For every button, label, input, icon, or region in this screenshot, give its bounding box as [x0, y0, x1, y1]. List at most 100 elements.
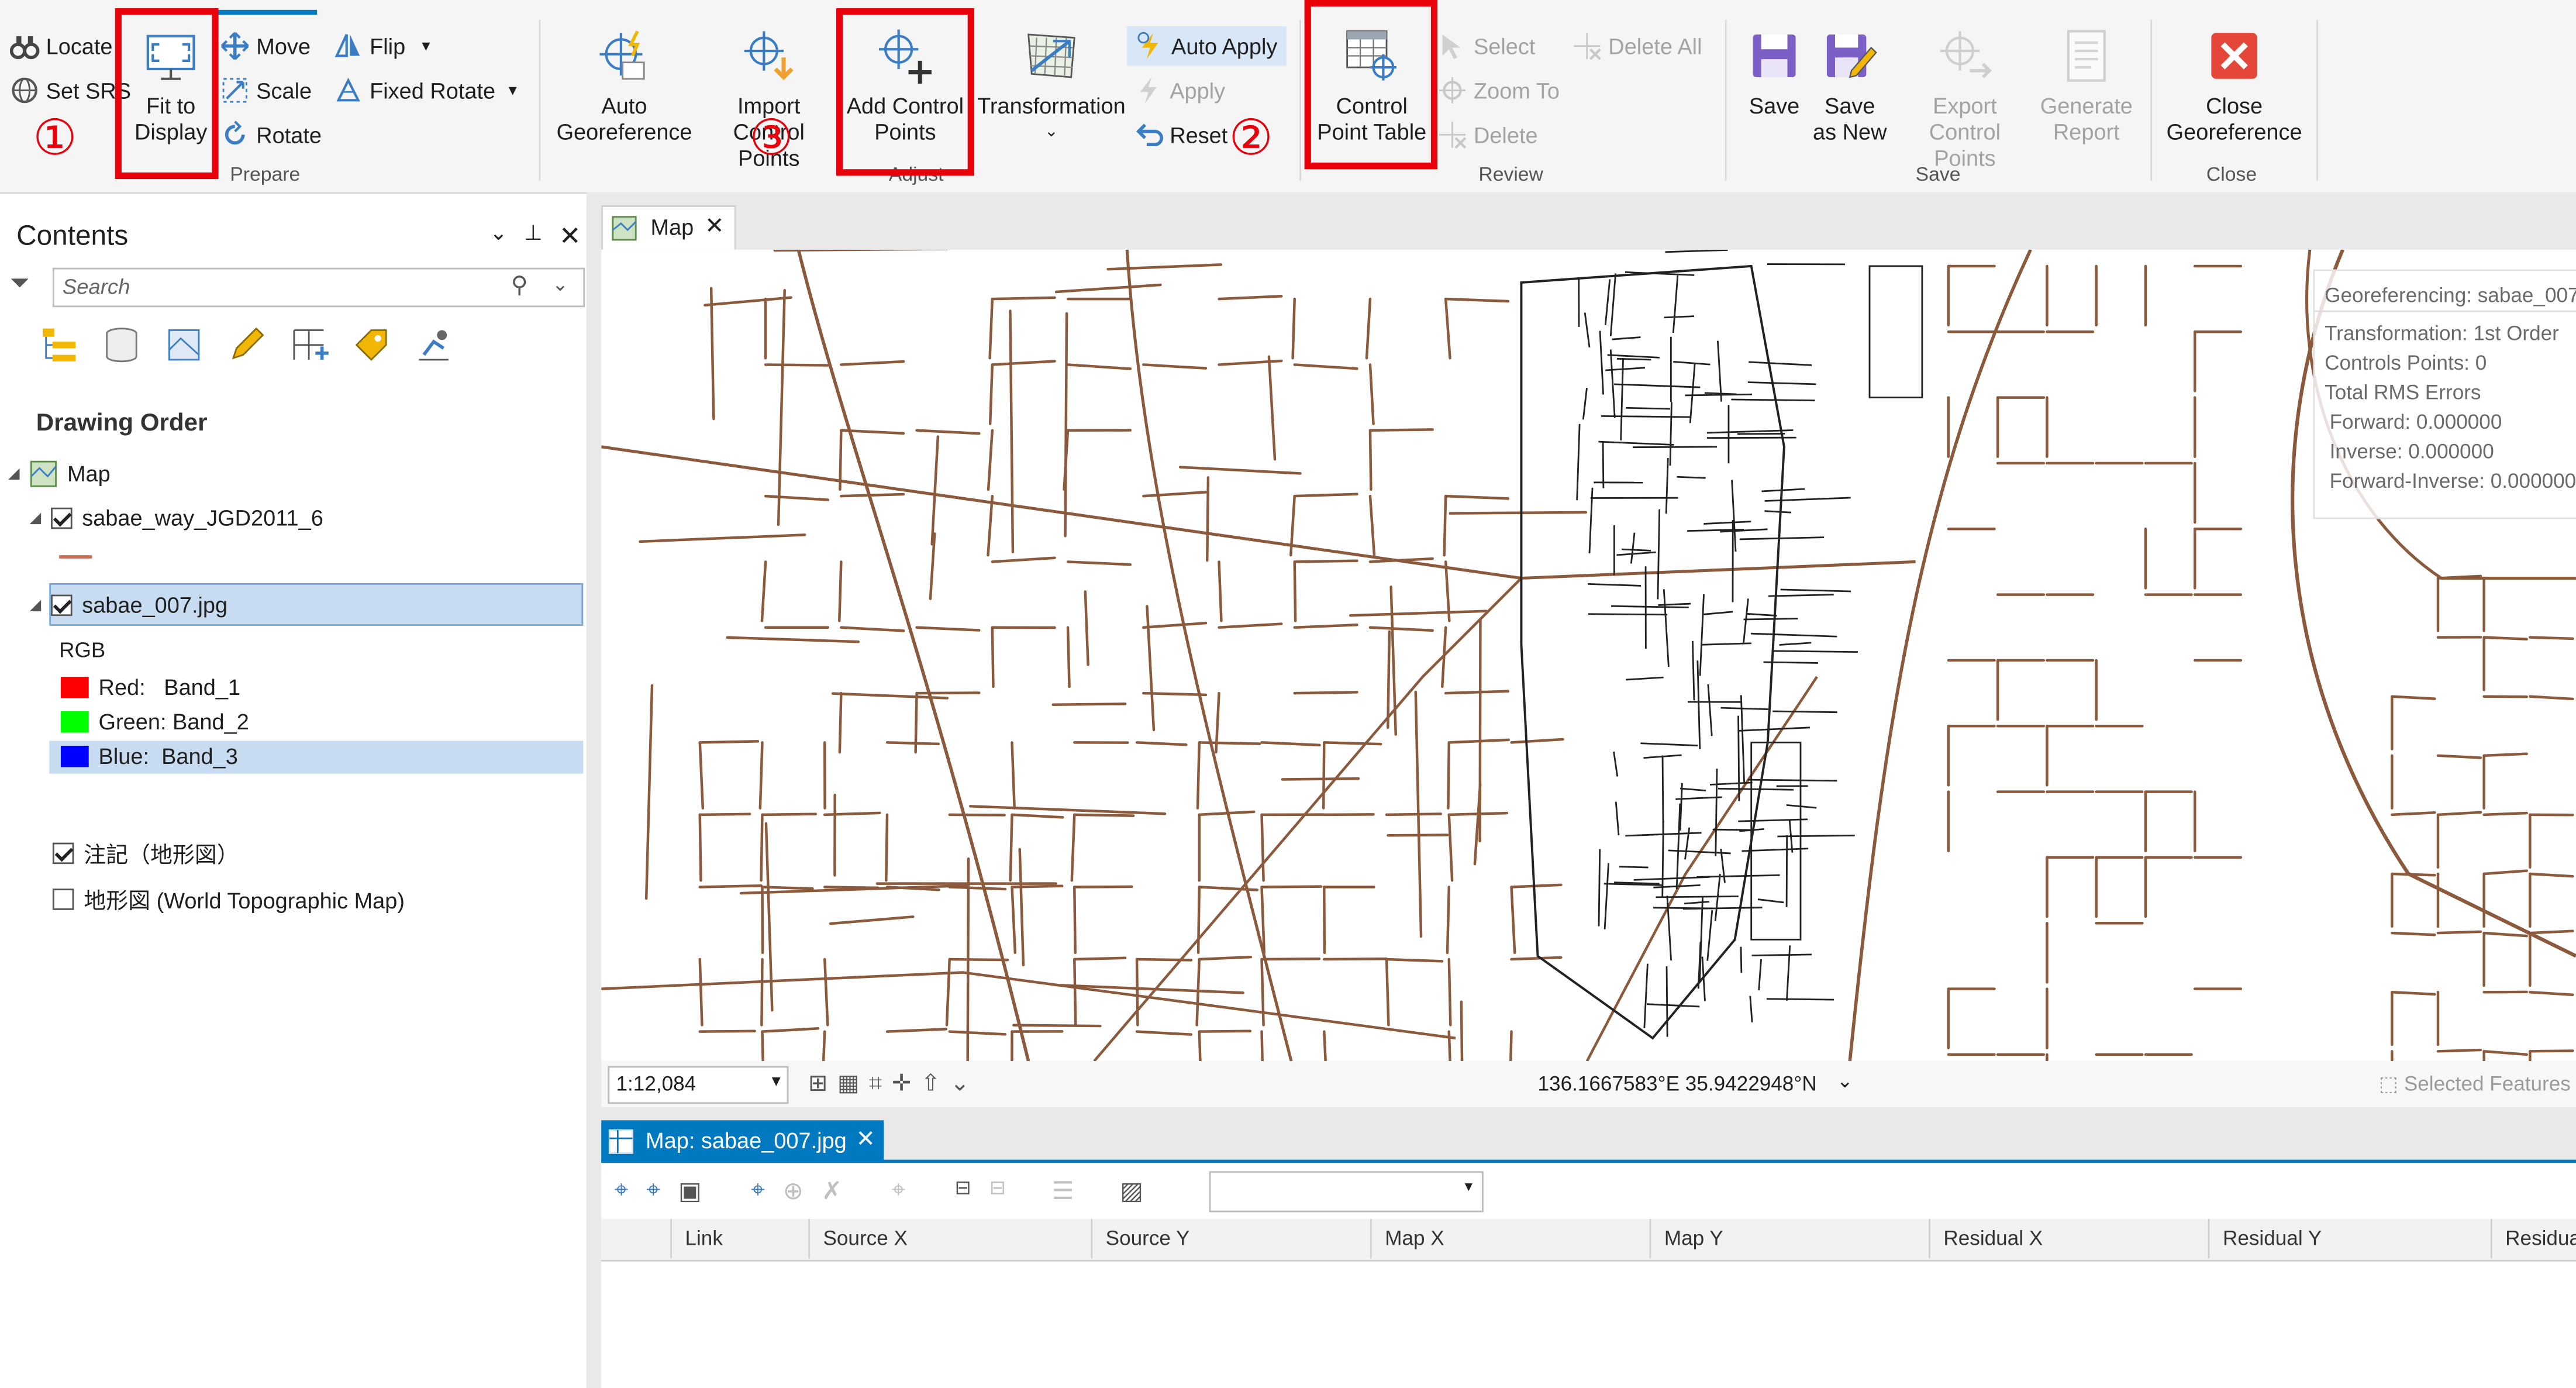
flip-button[interactable]: Flip ▾ — [333, 31, 430, 61]
annotation-number-1: ① — [33, 110, 77, 168]
zoom-to-icon[interactable]: ⊕ — [783, 1176, 804, 1206]
chevron-down-icon[interactable]: ⌄ — [489, 220, 508, 253]
save-as-new-button[interactable]: Save as New — [1811, 28, 1889, 146]
transformation-button[interactable]: Transformation ⌄ — [976, 28, 1127, 146]
map-icon — [30, 460, 57, 487]
column-header[interactable]: Residual X — [1929, 1218, 2208, 1259]
delete-icon[interactable]: ✗ — [822, 1176, 842, 1206]
transformation-icon[interactable]: ▨ — [1120, 1176, 1143, 1206]
pin-icon[interactable]: ⊥ — [524, 220, 543, 253]
save-icon[interactable]: ▣ — [678, 1176, 702, 1206]
zoom-to-button[interactable]: Zoom To — [1437, 75, 1560, 105]
chevron-down-icon[interactable]: ⌄ — [1837, 1069, 1853, 1092]
crosshair-icon[interactable]: ✛ — [892, 1069, 911, 1097]
zoom-to-label: Zoom To — [1473, 78, 1560, 103]
column-header[interactable]: Map X — [1370, 1218, 1650, 1259]
tab-map[interactable]: Map ✕ — [601, 205, 736, 250]
collapse-caret-icon[interactable]: ◢ — [30, 509, 41, 528]
generate-report-button[interactable]: Generate Report — [2034, 28, 2139, 146]
close-icon[interactable]: ✕ — [705, 212, 724, 240]
auto-georeference-button[interactable]: Auto Georeference — [556, 28, 694, 146]
review-group-label: Review — [1478, 163, 1543, 186]
source-icon[interactable] — [164, 325, 204, 364]
layer-visibility-checkbox[interactable] — [50, 594, 73, 616]
rotate-button[interactable]: Rotate — [220, 120, 322, 150]
band-blue: Blue: Band_3 — [60, 744, 238, 769]
column-header[interactable]: Residual — [2490, 1218, 2576, 1259]
scale-button[interactable]: Scale — [220, 75, 312, 105]
fixed-rotate-button[interactable]: Fixed Rotate ▾ — [333, 75, 517, 105]
chevron-down-icon[interactable]: ⌄ — [950, 1069, 970, 1097]
layer-visibility-checkbox[interactable] — [52, 842, 74, 863]
scale-selector[interactable]: 1:12,084 ▼ — [608, 1066, 789, 1104]
import-control-points-icon[interactable]: ⌖ — [615, 1176, 629, 1206]
selected-features-label: Selected Features — [2403, 1072, 2571, 1096]
filter-icon[interactable]: ⏷ — [10, 270, 30, 298]
locate-button[interactable]: Locate — [9, 31, 113, 61]
separator — [539, 19, 541, 181]
database-icon[interactable] — [102, 325, 141, 364]
delete-button[interactable]: Delete — [1437, 120, 1538, 150]
layer-visibility-checkbox[interactable] — [50, 507, 73, 529]
transformation-dropdown[interactable]: ▼ — [1209, 1171, 1484, 1213]
tree-layer-sabae-way[interactable]: ◢ sabae_way_JGD2011_6 — [30, 506, 323, 531]
residual-icon[interactable]: ⊟ — [989, 1176, 1006, 1206]
tree-layer-annotation[interactable]: 注記（地形図） — [52, 836, 239, 869]
charts-icon[interactable] — [414, 325, 453, 364]
tree-node-map[interactable]: ◢ Map — [8, 460, 111, 488]
close-georeference-button[interactable]: Close Georeference — [2162, 28, 2306, 146]
apply-button[interactable]: Apply — [1133, 75, 1225, 105]
column-header[interactable]: Link — [670, 1218, 808, 1259]
tree-layer-topographic[interactable]: 地形図 (World Topographic Map) — [52, 882, 405, 915]
snapping-icon[interactable] — [289, 325, 329, 364]
export-control-points-button[interactable]: Export Control Points — [1896, 28, 2034, 173]
reset-button[interactable]: Reset — [1133, 120, 1227, 150]
delete-all-icon — [1574, 33, 1601, 60]
annotation-number-3: ③ — [749, 110, 794, 168]
info-transformation: Transformation: 1st Order — [2325, 322, 2559, 345]
layer-visibility-checkbox[interactable] — [52, 887, 74, 910]
save-button[interactable]: Save — [1742, 28, 1807, 120]
grid-icon[interactable]: ⊞ — [808, 1069, 827, 1097]
column-header[interactable]: Source Y — [1091, 1218, 1370, 1259]
contents-title: Contents — [16, 220, 129, 252]
chevron-down-icon[interactable]: ▼ — [769, 1073, 784, 1089]
tree-layer-sabae-007[interactable]: ◢ sabae_007.jpg — [30, 593, 228, 618]
chevron-down-icon[interactable]: ▼ — [1462, 1179, 1475, 1194]
precision-icon[interactable]: ⊟ — [955, 1176, 971, 1206]
info-inverse: Inverse: 0.000000 — [2329, 440, 2494, 463]
collapse-caret-icon[interactable]: ◢ — [30, 596, 41, 614]
generate-report-label-2: Report — [2053, 120, 2120, 145]
search-input[interactable]: Search ⚲ ⌄ — [52, 267, 585, 308]
list-by-drawing-order-icon[interactable] — [39, 325, 78, 364]
auto-apply-toggle[interactable]: Auto Apply — [1127, 26, 1286, 66]
selected-features-indicator[interactable]: ⬚ Selected Features — [2379, 1071, 2571, 1096]
list-icon[interactable]: ☰ — [1052, 1176, 1074, 1206]
add-control-points-icon[interactable]: ⌖ — [751, 1176, 765, 1206]
select-button[interactable]: Select — [1437, 31, 1535, 61]
table-grid-icon[interactable]: ▦ — [837, 1069, 859, 1097]
close-icon[interactable]: ✕ — [856, 1125, 875, 1153]
collapse-caret-icon[interactable]: ◢ — [8, 465, 19, 483]
column-header[interactable]: Source X — [808, 1218, 1091, 1259]
search-icon[interactable]: ⚲ — [511, 271, 528, 299]
chevron-down-icon[interactable]: ⌄ — [552, 273, 568, 295]
delete-all-button[interactable]: Delete All — [1573, 31, 1702, 61]
active-tab-indicator — [215, 9, 318, 15]
close-icon[interactable]: ✕ — [559, 220, 581, 253]
map-canvas[interactable]: Georeferencing: sabae_007 Transformation… — [601, 249, 2576, 1062]
set-srs-button[interactable]: Set SRS — [10, 75, 131, 105]
label-icon[interactable] — [351, 325, 391, 364]
tab-control-point-table[interactable]: Map: sabae_007.jpg ✕ — [601, 1120, 884, 1163]
pencil-icon[interactable] — [227, 325, 266, 364]
export-control-points-icon[interactable]: ⌖ — [646, 1176, 660, 1206]
move-button[interactable]: Move — [220, 31, 311, 61]
snapping-icon[interactable]: ⌗ — [869, 1069, 882, 1097]
delete-all-icon[interactable]: ⌖ — [892, 1176, 906, 1206]
save-label: Save — [1749, 94, 1800, 119]
column-header[interactable]: Residual Y — [2208, 1218, 2491, 1259]
north-arrow-icon[interactable]: ⇧ — [921, 1069, 940, 1097]
coordinate-readout: 136.1667583°E 35.9422948°N — [1537, 1072, 1817, 1096]
column-header[interactable]: Map Y — [1649, 1218, 1929, 1259]
tree-layer-sabae-007-label: sabae_007.jpg — [82, 593, 228, 618]
